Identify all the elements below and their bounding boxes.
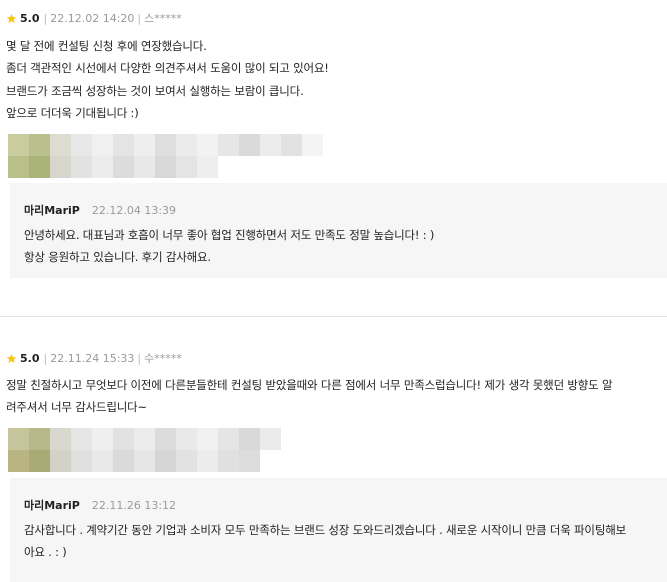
review-divider	[0, 316, 667, 317]
mosaic-block	[218, 134, 239, 156]
star-icon	[6, 353, 17, 363]
meta-separator: |	[137, 11, 142, 25]
review-body: 몇 달 전에 컨설팅 신청 후에 연장했습니다. 좀더 객관적인 시선에서 다양…	[6, 35, 661, 125]
mosaic-block	[176, 134, 197, 156]
mosaic-block	[92, 450, 113, 472]
mosaic-block	[50, 134, 71, 156]
mosaic-block	[176, 156, 197, 178]
reply-line: 감사합니다 . 계약기간 동안 기업과 소비자 모두 만족하는 브랜드 성장 도…	[24, 523, 626, 537]
review-line: 몇 달 전에 컨설팅 신청 후에 연장했습니다.	[6, 39, 207, 53]
mosaic-block	[302, 450, 323, 472]
review-date: 22.12.02 14:20	[50, 11, 135, 25]
review-author: 스*****	[144, 12, 182, 25]
mosaic-block	[8, 134, 29, 156]
mosaic-block	[8, 450, 29, 472]
mosaic-block	[281, 156, 302, 178]
mosaic-block	[197, 450, 218, 472]
mosaic-block	[8, 428, 29, 450]
review-meta: 5.0 | 22.12.02 14:20 | 스*****	[6, 11, 182, 25]
reply-line: 안녕하세요. 대표님과 호흡이 너무 좋아 협업 진행하면서 저도 만족도 정말…	[24, 228, 435, 242]
mosaic-block	[302, 156, 323, 178]
mosaic-block	[29, 450, 50, 472]
mosaic-block	[155, 134, 176, 156]
reply-body: 안녕하세요. 대표님과 호흡이 너무 좋아 협업 진행하면서 저도 만족도 정말…	[24, 224, 654, 269]
mosaic-block	[113, 450, 134, 472]
mosaic-block	[29, 428, 50, 450]
reply-line: 아요 . : )	[24, 545, 67, 560]
mosaic-block	[281, 428, 302, 450]
mosaic-block	[218, 428, 239, 450]
mosaic-block	[134, 156, 155, 178]
mosaic-block	[239, 450, 260, 472]
mosaic-block	[113, 428, 134, 450]
mosaic-block	[29, 134, 50, 156]
mosaic-block	[239, 156, 260, 178]
reply-body: 감사합니다 . 계약기간 동안 기업과 소비자 모두 만족하는 브랜드 성장 도…	[24, 519, 654, 564]
mosaic-block	[92, 428, 113, 450]
review-meta: 5.0 | 22.11.24 15:33 | 수*****	[6, 351, 182, 365]
mosaic-block	[92, 156, 113, 178]
mosaic-block	[197, 156, 218, 178]
reply-header: 마리MariP 22.11.26 13:12	[24, 497, 176, 513]
mosaic-block	[176, 428, 197, 450]
mosaic-block	[29, 156, 50, 178]
reply-author: 마리MariP	[24, 499, 80, 512]
mosaic-block	[302, 134, 323, 156]
review-photo-thumbnail[interactable]	[8, 428, 323, 472]
mosaic-block	[8, 156, 29, 178]
review-photo-thumbnail[interactable]	[8, 134, 323, 178]
mosaic-block	[113, 156, 134, 178]
review-date: 22.11.24 15:33	[50, 351, 135, 365]
mosaic-block	[155, 428, 176, 450]
mosaic-block	[50, 156, 71, 178]
mosaic-block	[50, 450, 71, 472]
mosaic-block	[134, 428, 155, 450]
meta-separator: |	[43, 11, 48, 25]
mosaic-block	[260, 156, 281, 178]
review-line: 정말 친절하시고 무엇보다 이전에 다른분들한테 컨설팅 받았을때와 다른 점에…	[6, 378, 613, 392]
meta-separator: |	[43, 351, 48, 365]
mosaic-block	[239, 428, 260, 450]
mosaic-block	[71, 134, 92, 156]
mosaic-block	[239, 134, 260, 156]
mosaic-block	[134, 134, 155, 156]
review-line: 앞으로 더더욱 기대됩니다 :)	[6, 106, 139, 121]
reply-date: 22.12.04 13:39	[91, 203, 177, 217]
meta-separator: |	[137, 351, 142, 365]
mosaic-block	[155, 156, 176, 178]
reply-date: 22.11.26 13:12	[91, 498, 177, 512]
mosaic-block	[260, 450, 281, 472]
mosaic-block	[50, 428, 71, 450]
mosaic-block	[281, 134, 302, 156]
mosaic-block	[134, 450, 155, 472]
reply-author: 마리MariP	[24, 204, 80, 217]
mosaic-block	[197, 134, 218, 156]
seller-reply: 마리MariP 22.12.04 13:39 안녕하세요. 대표님과 호흡이 너…	[10, 183, 667, 278]
reply-line: 항상 응원하고 있습니다. 후기 감사해요.	[24, 250, 211, 265]
star-icon	[6, 13, 17, 23]
mosaic-block	[155, 450, 176, 472]
mosaic-block	[260, 428, 281, 450]
rating-value: 5.0	[20, 351, 40, 365]
seller-reply: 마리MariP 22.11.26 13:12 감사합니다 . 계약기간 동안 기…	[10, 478, 667, 582]
mosaic-block	[71, 156, 92, 178]
mosaic-block	[218, 450, 239, 472]
mosaic-block	[113, 134, 134, 156]
rating-value: 5.0	[20, 11, 40, 25]
mosaic-block	[92, 134, 113, 156]
mosaic-block	[71, 450, 92, 472]
review-line: 브랜드가 조금씩 성장하는 것이 보여서 실행하는 보람이 큽니다.	[6, 83, 304, 98]
review-line: 좀더 객관적인 시선에서 다양한 의견주셔서 도움이 많이 되고 있어요!	[6, 61, 329, 76]
mosaic-block	[302, 428, 323, 450]
mosaic-block	[176, 450, 197, 472]
review-body: 정말 친절하시고 무엇보다 이전에 다른분들한테 컨설팅 받았을때와 다른 점에…	[6, 374, 661, 419]
review-line: 려주셔서 너무 감사드립니다~	[6, 400, 147, 415]
mosaic-block	[281, 450, 302, 472]
mosaic-block	[260, 134, 281, 156]
mosaic-block	[197, 428, 218, 450]
review-author: 수*****	[144, 352, 182, 365]
reply-header: 마리MariP 22.12.04 13:39	[24, 202, 176, 218]
mosaic-block	[71, 428, 92, 450]
mosaic-block	[218, 156, 239, 178]
